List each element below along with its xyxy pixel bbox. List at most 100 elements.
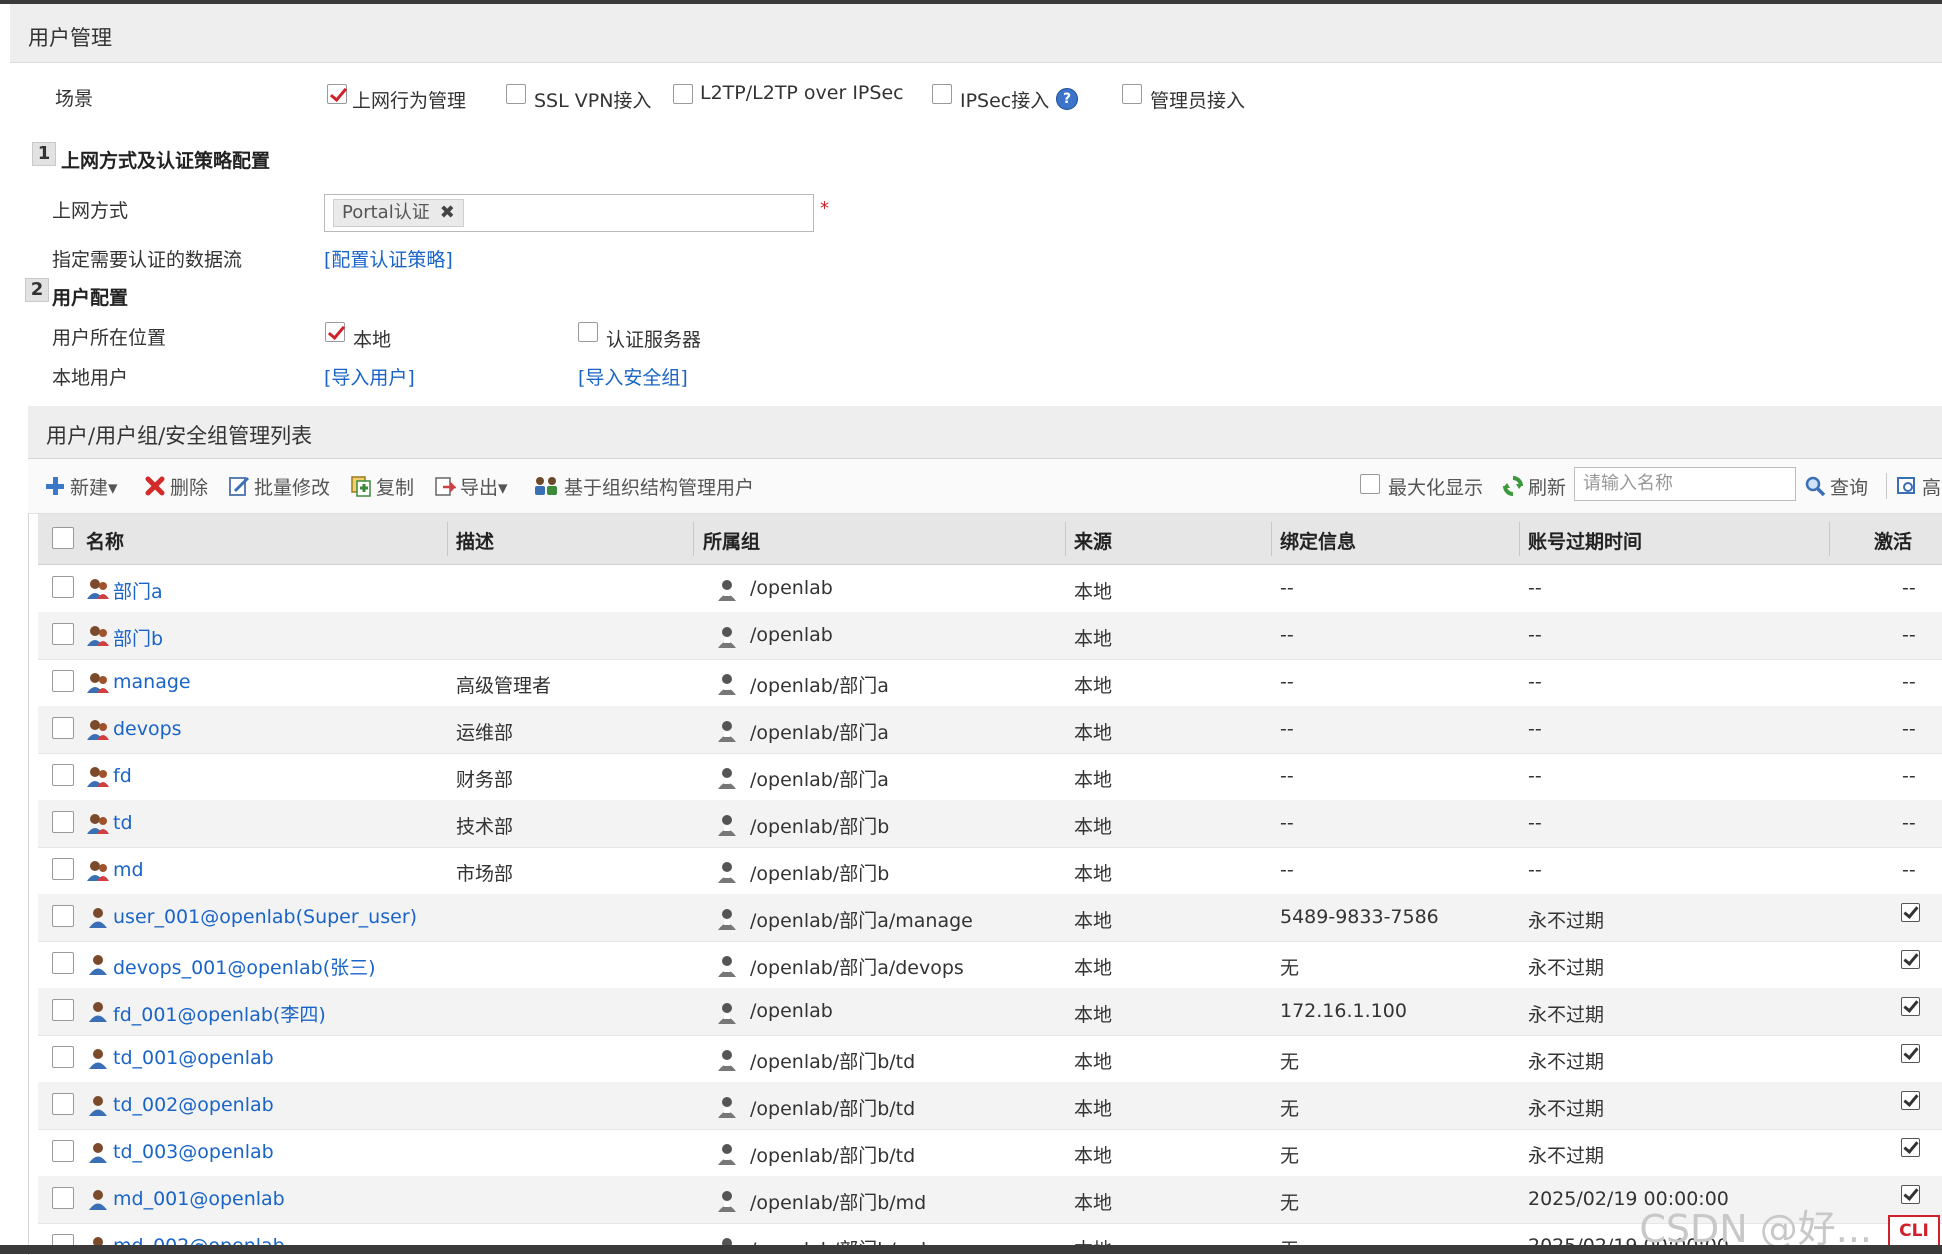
import-security-group-link[interactable]: [导入安全组] <box>578 363 688 390</box>
table-row[interactable]: devops_001@openlab(张三) /openlab/部门a/devop… <box>38 941 1942 989</box>
scene-option-checkbox-2[interactable] <box>673 84 693 104</box>
row-name[interactable]: td_001@openlab <box>113 1047 274 1069</box>
row-active-checkbox[interactable] <box>1901 1138 1920 1157</box>
query-label: 查询 <box>1830 476 1869 499</box>
row-checkbox[interactable] <box>52 1140 74 1162</box>
table-row[interactable]: 部门a/openlab 本地 -- -- -- <box>38 565 1942 613</box>
location-server-checkbox[interactable] <box>578 322 598 342</box>
table-row[interactable]: td_001@openlab/openlab/部门b/td 本地 无 永不过期 <box>38 1035 1942 1083</box>
table-row[interactable]: manage 高级管理者/openlab/部门a 本地 -- -- -- <box>38 659 1942 707</box>
row-name[interactable]: md <box>113 859 144 881</box>
table-row[interactable]: 部门b/openlab 本地 -- -- -- <box>38 612 1942 660</box>
row-checkbox[interactable] <box>52 623 74 645</box>
row-name[interactable]: td <box>113 812 133 834</box>
row-binding: -- <box>1280 577 1294 599</box>
row-active: -- <box>1902 718 1916 740</box>
row-checkbox[interactable] <box>52 999 74 1021</box>
row-binding: -- <box>1280 671 1294 693</box>
group-owner-icon <box>715 1095 739 1119</box>
row-checkbox[interactable] <box>52 576 74 598</box>
table-row[interactable]: td 技术部/openlab/部门b 本地 -- -- -- <box>38 800 1942 848</box>
row-active-checkbox[interactable] <box>1901 950 1920 969</box>
cli-badge[interactable]: CLI <box>1888 1215 1940 1247</box>
row-checkbox[interactable] <box>52 764 74 786</box>
row-name[interactable]: devops_001@openlab(张三) <box>113 953 376 980</box>
row-checkbox[interactable] <box>52 1046 74 1068</box>
row-checkbox[interactable] <box>52 1093 74 1115</box>
import-user-link[interactable]: [导入用户] <box>324 363 415 390</box>
advanced-button[interactable]: 高 <box>1896 473 1941 499</box>
row-active-checkbox[interactable] <box>1901 1185 1920 1204</box>
row-name[interactable]: 部门a <box>113 577 163 604</box>
table-row[interactable]: user_001@openlab(Super_user) /openlab/部门a… <box>38 894 1942 942</box>
table-row[interactable]: td_002@openlab/openlab/部门b/td 本地 无 永不过期 <box>38 1082 1942 1130</box>
row-name[interactable]: td_002@openlab <box>113 1094 274 1116</box>
row-active-checkbox[interactable] <box>1901 997 1920 1016</box>
refresh-label: 刷新 <box>1528 476 1567 499</box>
col-name[interactable]: 名称 <box>86 527 124 554</box>
refresh-button[interactable]: 刷新 <box>1502 473 1566 499</box>
batch-edit-button[interactable]: 批量修改 <box>228 473 330 499</box>
row-source: 本地 <box>1074 1235 1112 1245</box>
row-active-checkbox[interactable] <box>1901 903 1920 922</box>
user-icon <box>86 953 110 977</box>
row-checkbox[interactable] <box>52 717 74 739</box>
col-group[interactable]: 所属组 <box>703 527 760 554</box>
row-checkbox[interactable] <box>52 1234 74 1245</box>
row-name[interactable]: md_001@openlab <box>113 1188 285 1210</box>
table-row[interactable]: devops 运维部/openlab/部门a 本地 -- -- -- <box>38 706 1942 754</box>
user-icon <box>86 906 110 930</box>
access-method-field[interactable]: Portal认证 ✖ <box>324 194 814 232</box>
new-button[interactable]: 新建▾ <box>44 473 118 499</box>
row-checkbox[interactable] <box>52 811 74 833</box>
col-source[interactable]: 来源 <box>1074 527 1112 554</box>
search-input[interactable]: 请输入名称 <box>1574 467 1796 501</box>
row-description: 技术部 <box>456 816 514 838</box>
advanced-search-icon <box>1896 475 1918 497</box>
tag-remove-icon[interactable]: ✖ <box>440 202 455 223</box>
new-button-label: 新建▾ <box>70 476 118 499</box>
row-checkbox[interactable] <box>52 858 74 880</box>
copy-button[interactable]: 复制 <box>350 473 414 499</box>
help-icon[interactable]: ? <box>1056 88 1078 110</box>
table-row[interactable]: fd 财务部/openlab/部门a 本地 -- -- -- <box>38 753 1942 801</box>
col-binding[interactable]: 绑定信息 <box>1280 527 1356 554</box>
row-active-checkbox[interactable] <box>1901 1091 1920 1110</box>
table-row[interactable]: fd_001@openlab(李四) /openlab 本地 172.16.1.100… <box>38 988 1942 1036</box>
scene-option-checkbox-0[interactable] <box>327 84 347 104</box>
delete-button[interactable]: 删除 <box>144 473 208 499</box>
scene-option-checkbox-4[interactable] <box>1122 84 1142 104</box>
group-owner-icon <box>715 578 739 602</box>
scene-option-checkbox-3[interactable] <box>932 84 952 104</box>
row-checkbox[interactable] <box>52 905 74 927</box>
row-name[interactable]: md_002@openlab <box>113 1235 285 1245</box>
table-row[interactable]: td_003@openlab/openlab/部门b/td 本地 无 永不过期 <box>38 1129 1942 1177</box>
col-description[interactable]: 描述 <box>456 527 494 554</box>
row-checkbox[interactable] <box>52 670 74 692</box>
scene-option-checkbox-1[interactable] <box>506 84 526 104</box>
row-checkbox[interactable] <box>52 1187 74 1209</box>
config-auth-policy-link[interactable]: [配置认证策略] <box>324 245 453 272</box>
maximize-checkbox[interactable] <box>1360 474 1380 494</box>
row-name[interactable]: devops <box>113 718 182 740</box>
select-all-checkbox[interactable] <box>52 527 74 549</box>
location-local-checkbox[interactable] <box>325 322 345 342</box>
row-active-checkbox[interactable] <box>1901 1044 1920 1063</box>
query-button[interactable]: 查询 <box>1804 473 1868 499</box>
col-active[interactable]: 激活 <box>1874 527 1912 554</box>
row-name[interactable]: fd <box>113 765 132 787</box>
row-name[interactable]: user_001@openlab(Super_user) <box>113 906 417 928</box>
table-row[interactable]: md 市场部/openlab/部门b 本地 -- -- -- <box>38 847 1942 895</box>
row-name[interactable]: manage <box>113 671 191 693</box>
row-name[interactable]: td_003@openlab <box>113 1141 274 1163</box>
export-button[interactable]: 导出▾ <box>434 473 508 499</box>
row-description: 高级管理者 <box>456 675 552 697</box>
org-manage-button[interactable]: 基于组织结构管理用户 <box>532 473 754 499</box>
row-description: 市场部 <box>456 863 514 885</box>
col-expire[interactable]: 账号过期时间 <box>1528 527 1642 554</box>
row-name[interactable]: fd_001@openlab(李四) <box>113 1000 326 1027</box>
row-name[interactable]: 部门b <box>113 624 163 651</box>
delete-x-icon <box>144 475 166 497</box>
user-icon <box>86 1141 110 1165</box>
row-checkbox[interactable] <box>52 952 74 974</box>
